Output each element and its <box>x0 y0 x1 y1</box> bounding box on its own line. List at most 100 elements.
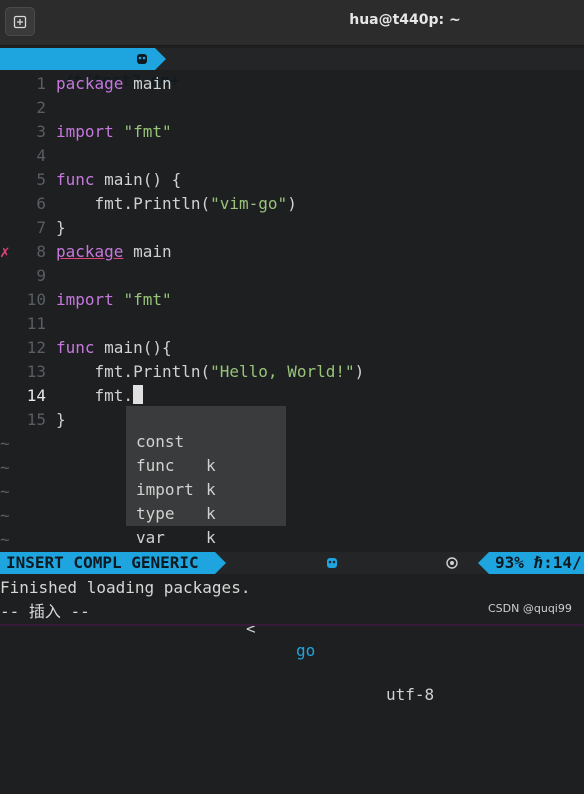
code-token: func <box>56 338 95 357</box>
code-text: func main(){ <box>56 336 172 360</box>
code-line[interactable]: 7} <box>0 216 584 240</box>
completion-item[interactable]: var k <box>126 502 286 571</box>
line-number: 2 <box>36 98 46 117</box>
new-tab-button[interactable] <box>5 7 35 36</box>
empty-line-marker: ~ <box>0 432 584 456</box>
watermark: CSDN @quqi99 <box>488 602 572 615</box>
code-text: fmt.Println("vim-go") <box>56 192 297 216</box>
code-token: main(){ <box>94 338 172 357</box>
gopher-icon <box>327 558 337 568</box>
code-token: main <box>123 74 172 93</box>
line-number: 3 <box>36 122 46 141</box>
code-line[interactable]: 6 fmt.Println("vim-go") <box>0 192 584 216</box>
tilde-marker: ~ <box>0 482 10 501</box>
mode-arrow-separator <box>215 552 226 574</box>
terminal[interactable]: /t/test2.go+ 1 package main 2 3 import "fmt"… <box>0 46 584 704</box>
code-line[interactable]: 4 <box>0 144 584 168</box>
line-number: 1 <box>36 74 46 93</box>
vim-tabline: /t/test2.go+ <box>0 48 584 90</box>
error-sign-icon: ✗ <box>0 242 10 261</box>
empty-line-marker: ~ <box>0 528 584 552</box>
code-token: "Hello, World!" <box>210 362 355 381</box>
code-text: package main <box>56 72 172 96</box>
line-number: 15 <box>26 410 46 429</box>
tab-active-buffer[interactable]: /t/test2.go+ <box>0 48 179 90</box>
code-text: package main <box>56 240 172 264</box>
code-token: fmt.Println( <box>56 194 211 213</box>
message-line: Finished loading packages. <box>0 578 251 597</box>
code-line[interactable]: 15} <box>0 408 584 432</box>
code-token: "fmt" <box>123 290 172 309</box>
code-token: package <box>56 242 124 261</box>
completion-item[interactable]: const k <box>126 406 286 475</box>
completion-item[interactable]: func k <box>126 430 286 499</box>
line-number: 12 <box>26 338 46 357</box>
code-line[interactable]: 3 import "fmt" <box>0 120 584 144</box>
code-token: } <box>56 218 66 237</box>
code-text: import "fmt" <box>56 288 172 312</box>
completion-word: var <box>136 528 165 547</box>
tilde-marker: ~ <box>0 434 10 453</box>
code-token: import <box>56 122 114 141</box>
line-number: 7 <box>36 218 46 237</box>
mode-indicator: INSERT COMPL GENERIC <box>0 552 215 574</box>
line-number: 10 <box>26 290 46 309</box>
code-line[interactable]: 9 <box>0 264 584 288</box>
code-line[interactable]: 5 func main() { <box>0 168 584 192</box>
code-token: main() { <box>94 170 182 189</box>
line-number: 5 <box>36 170 46 189</box>
code-text: } <box>56 408 66 432</box>
code-token: "fmt" <box>123 122 172 141</box>
text-cursor <box>133 385 144 404</box>
gopher-icon <box>137 54 147 64</box>
tilde-marker: ~ <box>0 506 10 525</box>
code-token: fmt.Println( <box>56 362 211 381</box>
filetype-indicator: go <box>296 641 316 660</box>
code-text: fmt.Println("Hello, World!") <box>56 360 365 384</box>
statusline-separator: < <box>246 619 256 638</box>
code-token: func <box>56 170 95 189</box>
code-token: } <box>56 410 66 429</box>
completion-item[interactable]: type k <box>126 478 286 547</box>
empty-line-marker: ~ <box>0 504 584 528</box>
completion-kind: k <box>206 528 216 547</box>
tilde-marker: ~ <box>0 530 10 549</box>
window-titlebar: hua@t440p: ~ <box>0 0 584 46</box>
completion-item[interactable]: import k <box>126 454 286 523</box>
code-line[interactable]: 11 <box>0 312 584 336</box>
completion-menu: const k func k import k type k var k <box>126 406 286 571</box>
code-token: "vim-go" <box>210 194 288 213</box>
mode-message: -- 插入 -- <box>0 602 90 621</box>
line-number: 9 <box>36 266 46 285</box>
code-line[interactable]: ✗ 8 package main <box>0 240 584 264</box>
linux-format-icon <box>446 557 458 569</box>
position-arrow-separator <box>478 552 489 574</box>
line-number: 11 <box>26 314 46 333</box>
code-line[interactable]: 13 fmt.Println("Hello, World!") <box>0 360 584 384</box>
code-token: import <box>56 290 114 309</box>
empty-line-marker: ~ <box>0 480 584 504</box>
code-token: ) <box>287 194 297 213</box>
code-line[interactable]: 12 func main(){ <box>0 336 584 360</box>
code-text: } <box>56 216 66 240</box>
line-number: 6 <box>36 194 46 213</box>
code-line[interactable]: 2 <box>0 96 584 120</box>
line-number: 13 <box>26 362 46 381</box>
code-token: ) <box>354 362 365 381</box>
code-token: package <box>56 74 124 93</box>
line-number: 8 <box>36 242 46 261</box>
tilde-marker: ~ <box>0 458 10 477</box>
new-tab-icon <box>13 15 27 28</box>
code-line[interactable]: 10 import "fmt" <box>0 288 584 312</box>
line-number: 4 <box>36 146 46 165</box>
cursor-position: 93% ℏ:14/ <box>489 552 584 574</box>
code-text: func main() { <box>56 168 181 192</box>
tab-arrow-separator <box>155 48 166 70</box>
code-text: fmt. <box>56 384 144 408</box>
vim-statusline: INSERT COMPL GENERIC < go utf-8 93% ℏ:14… <box>0 552 584 704</box>
code-text: import "fmt" <box>56 120 172 144</box>
code-line[interactable]: 14 fmt. <box>0 384 584 408</box>
code-line[interactable]: 1 package main <box>0 72 584 96</box>
